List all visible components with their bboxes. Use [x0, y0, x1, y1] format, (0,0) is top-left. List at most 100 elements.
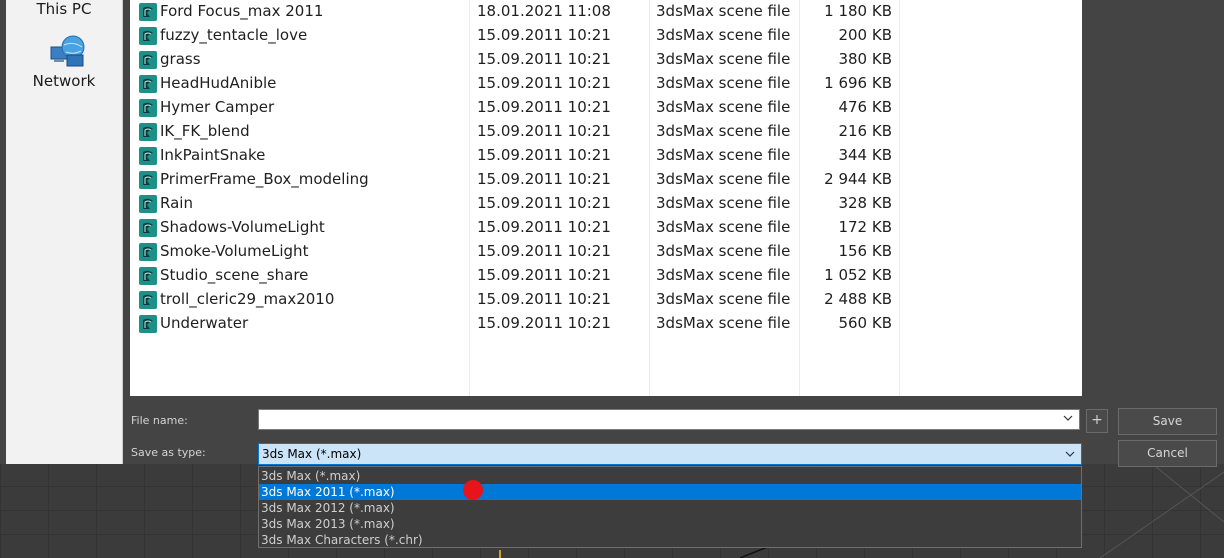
dropdown-option[interactable]: 3ds Max (*.max) [259, 468, 1081, 484]
file-size: 344 KB [838, 146, 892, 164]
file-row[interactable]: InkPaintSnake 15.09.2011 10:21 3dsMax scen… [130, 144, 1082, 168]
file-size: 2 488 KB [824, 290, 892, 308]
3dsmax-file-icon [139, 123, 157, 141]
file-row[interactable]: fuzzy_tentacle_love 15.09.2011 10:21 3dsMa… [130, 24, 1082, 48]
file-size: 560 KB [838, 314, 892, 332]
file-size: 1 180 KB [824, 2, 892, 20]
file-list: Ford Focus_max 2011 18.01.2021 11:08 3dsMa… [130, 0, 1082, 396]
file-date: 15.09.2011 10:21 [477, 290, 611, 308]
file-date: 15.09.2011 10:21 [477, 314, 611, 332]
file-row[interactable]: Hymer Camper 15.09.2011 10:21 3dsMax scene… [130, 96, 1082, 120]
file-size: 380 KB [838, 50, 892, 68]
save-as-type-select[interactable]: 3ds Max (*.max) [258, 443, 1082, 465]
file-size: 200 KB [838, 26, 892, 44]
file-size: 1 052 KB [824, 266, 892, 284]
chevron-down-icon[interactable] [1065, 449, 1075, 459]
file-type: 3dsMax scene file [656, 122, 791, 140]
file-size: 476 KB [838, 98, 892, 116]
filename-input[interactable] [258, 409, 1080, 430]
file-date: 15.09.2011 10:21 [477, 170, 611, 188]
nav-item-this-pc[interactable]: This PC [6, 0, 122, 18]
file-type: 3dsMax scene file [656, 314, 791, 332]
file-name: Underwater [160, 314, 249, 332]
file-size: 172 KB [838, 218, 892, 236]
file-name: Studio_scene_share [160, 266, 309, 284]
file-row[interactable]: Ford Focus_max 2011 18.01.2021 11:08 3dsMa… [130, 0, 1082, 24]
save-file-dialog: This PC Network Ford Focus_max 2011 18.01… [0, 0, 1224, 467]
file-row[interactable]: IK_FK_blend 15.09.2011 10:21 3dsMax scene … [130, 120, 1082, 144]
navigation-pane: This PC Network [6, 0, 123, 464]
file-size: 1 696 KB [824, 74, 892, 92]
file-size: 216 KB [838, 122, 892, 140]
3dsmax-file-icon [139, 27, 157, 45]
cancel-button[interactable]: Cancel [1118, 440, 1217, 467]
file-name: Hymer Camper [160, 98, 275, 116]
cursor-indicator [463, 480, 483, 500]
file-type: 3dsMax scene file [656, 146, 791, 164]
file-date: 15.09.2011 10:21 [477, 98, 611, 116]
file-type: 3dsMax scene file [656, 2, 791, 20]
3dsmax-file-icon [139, 315, 157, 333]
file-name: InkPaintSnake [160, 146, 266, 164]
file-size: 156 KB [838, 242, 892, 260]
file-row[interactable]: Studio_scene_share 15.09.2011 10:21 3dsMax… [130, 264, 1082, 288]
file-type: 3dsMax scene file [656, 266, 791, 284]
file-row[interactable]: HeadHudAnible 15.09.2011 10:21 3dsMax scen… [130, 72, 1082, 96]
file-type: 3dsMax scene file [656, 26, 791, 44]
chevron-down-icon[interactable] [1063, 413, 1073, 423]
file-name: PrimerFrame_Box_modeling [160, 170, 369, 188]
file-size: 328 KB [838, 194, 892, 212]
file-date: 15.09.2011 10:21 [477, 26, 611, 44]
file-row[interactable]: PrimerFrame_Box_modeling 15.09.2011 10:21… [130, 168, 1082, 192]
file-date: 15.09.2011 10:21 [477, 74, 611, 92]
file-date: 18.01.2021 11:08 [477, 2, 611, 20]
network-icon[interactable] [49, 33, 89, 69]
file-date: 15.09.2011 10:21 [477, 242, 611, 260]
file-date: 15.09.2011 10:21 [477, 266, 611, 284]
3dsmax-file-icon [139, 171, 157, 189]
file-type: 3dsMax scene file [656, 50, 791, 68]
file-name: Smoke-VolumeLight [160, 242, 309, 260]
file-row[interactable]: grass 15.09.2011 10:21 3dsMax scene file 38… [130, 48, 1082, 72]
file-type: 3dsMax scene file [656, 194, 791, 212]
save-button[interactable]: Save [1118, 408, 1217, 435]
save-as-type-value: 3ds Max (*.max) [262, 447, 362, 461]
file-name: IK_FK_blend [160, 122, 250, 140]
3dsmax-file-icon [139, 243, 157, 261]
3dsmax-file-icon [139, 291, 157, 309]
3dsmax-file-icon [139, 51, 157, 69]
file-row[interactable]: Underwater 15.09.2011 10:21 3dsMax scene f… [130, 312, 1082, 336]
file-type: 3dsMax scene file [656, 218, 791, 236]
file-type: 3dsMax scene file [656, 290, 791, 308]
save-as-type-dropdown: 3ds Max (*.max) 3ds Max 2011 (*.max) 3ds M… [258, 466, 1082, 548]
file-row[interactable]: Shadows-VolumeLight 15.09.2011 10:21 3dsMa… [130, 216, 1082, 240]
file-date: 15.09.2011 10:21 [477, 146, 611, 164]
dropdown-option[interactable]: 3ds Max Characters (*.chr) [259, 532, 1081, 548]
file-type: 3dsMax scene file [656, 98, 791, 116]
file-row[interactable]: Smoke-VolumeLight 15.09.2011 10:21 3dsMax … [130, 240, 1082, 264]
3dsmax-file-icon [139, 99, 157, 117]
file-type: 3dsMax scene file [656, 74, 791, 92]
dropdown-option[interactable]: 3ds Max 2011 (*.max) [259, 484, 1081, 500]
3dsmax-file-icon [139, 267, 157, 285]
file-date: 15.09.2011 10:21 [477, 50, 611, 68]
3dsmax-file-icon [139, 195, 157, 213]
file-name: fuzzy_tentacle_love [160, 26, 308, 44]
file-name: Ford Focus_max 2011 [160, 2, 324, 20]
file-type: 3dsMax scene file [656, 170, 791, 188]
dropdown-option[interactable]: 3ds Max 2013 (*.max) [259, 516, 1081, 532]
3dsmax-file-icon [139, 219, 157, 237]
3dsmax-file-icon [139, 3, 157, 21]
file-name: troll_cleric29_max2010 [160, 290, 335, 308]
file-row[interactable]: Rain 15.09.2011 10:21 3dsMax scene file 328… [130, 192, 1082, 216]
add-button[interactable]: + [1086, 409, 1108, 433]
nav-item-network[interactable]: Network [6, 72, 122, 90]
file-date: 15.09.2011 10:21 [477, 218, 611, 236]
file-row[interactable]: troll_cleric29_max2010 15.09.2011 10:21 3d… [130, 288, 1082, 312]
file-size: 2 944 KB [824, 170, 892, 188]
filename-label: File name: [131, 414, 188, 427]
dropdown-option[interactable]: 3ds Max 2012 (*.max) [259, 500, 1081, 516]
file-name: HeadHudAnible [160, 74, 277, 92]
save-as-type-label: Save as type: [131, 446, 206, 459]
file-date: 15.09.2011 10:21 [477, 194, 611, 212]
